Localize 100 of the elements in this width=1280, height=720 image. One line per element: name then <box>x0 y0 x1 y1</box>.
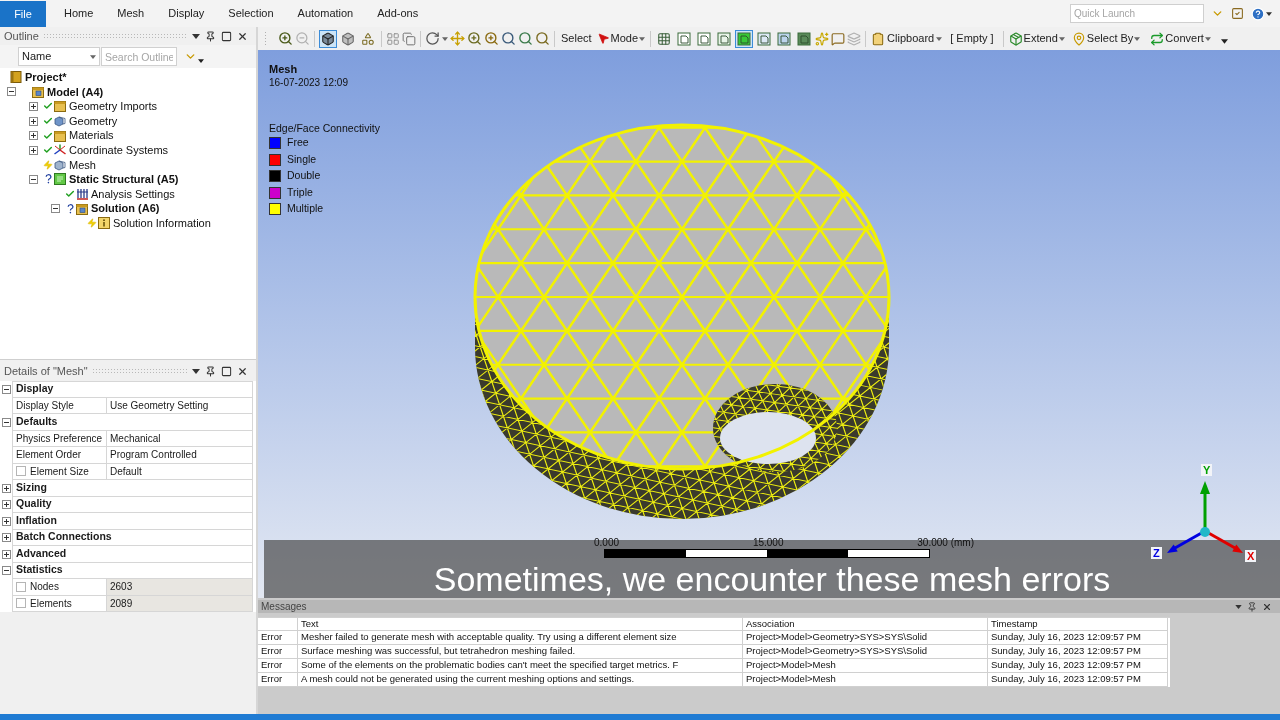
column-header[interactable]: Association <box>743 618 988 631</box>
tile-icon <box>54 173 66 186</box>
scale-label: 0.000 <box>594 537 620 549</box>
toolbar-toggle[interactable] <box>775 29 794 48</box>
clipboard-icon <box>871 31 886 46</box>
expand-icon[interactable] <box>1 533 11 543</box>
dropdown-caret-icon[interactable] <box>192 33 200 39</box>
clipboard-status: [ Empty ] <box>949 31 995 47</box>
expand-icon[interactable] <box>29 102 38 111</box>
overflow-caret-icon[interactable] <box>1220 39 1228 44</box>
collapse-icon[interactable] <box>1 417 11 427</box>
file-button[interactable]: File <box>0 1 46 27</box>
ribbon-tab[interactable]: Home <box>52 0 106 27</box>
toolbar-toggle[interactable] <box>735 29 754 48</box>
group-header[interactable]: Batch Connections <box>12 529 253 546</box>
legend-title: Edge/Face Connectivity <box>269 121 380 135</box>
extend-button[interactable]: Extend <box>1007 30 1066 47</box>
dropdown-caret-icon[interactable] <box>198 58 204 63</box>
mode-button[interactable]: Mode <box>595 30 647 47</box>
message-type: Error <box>258 631 298 645</box>
axes-icon <box>54 144 66 157</box>
collapse-icon[interactable] <box>29 174 38 184</box>
expand-icon[interactable] <box>1 500 11 510</box>
tree-item[interactable]: Coordinate Systems <box>69 142 169 159</box>
collapse-icon[interactable] <box>51 204 60 214</box>
pin-icon[interactable] <box>205 30 216 42</box>
checkbox-icon[interactable] <box>1231 7 1244 20</box>
collapse-icon[interactable] <box>7 87 16 97</box>
dropdown-caret-icon[interactable] <box>1235 604 1242 609</box>
zoom-in-icon[interactable] <box>278 31 293 46</box>
ribbon-tab[interactable]: Selection <box>216 0 286 27</box>
ribbon-tab[interactable]: Display <box>156 0 217 27</box>
column-header[interactable]: Timestamp <box>988 618 1168 631</box>
legend-label: Free <box>287 135 309 151</box>
zoom-in-icon[interactable] <box>467 31 482 46</box>
collapse-icon[interactable] <box>1 384 11 394</box>
viewport-date: 16-07-2023 12:09 <box>269 76 348 89</box>
close-icon[interactable] <box>237 365 248 377</box>
checkbox[interactable] <box>16 598 26 609</box>
expand-icon[interactable] <box>1 516 11 526</box>
expand-icon[interactable] <box>1 549 11 559</box>
checkbox[interactable] <box>16 466 26 477</box>
search-icon[interactable] <box>535 31 550 46</box>
tree-item[interactable]: Geometry <box>69 112 118 130</box>
group-header[interactable]: Inflation <box>12 513 253 530</box>
maximize-icon[interactable] <box>221 365 232 377</box>
tree-item[interactable]: Solution Information <box>113 215 211 232</box>
convert-button[interactable]: Convert <box>1146 30 1215 47</box>
speech-bubble-icon[interactable] <box>831 31 846 46</box>
search-icon[interactable] <box>518 31 533 46</box>
tree-item[interactable]: Project* <box>25 69 67 86</box>
ribbon-tab[interactable]: Add-ons <box>365 0 431 27</box>
group-header[interactable]: Sizing <box>12 480 253 497</box>
name-dropdown[interactable]: Name <box>18 47 100 66</box>
message-text: Mesher failed to generate mesh with acceptable quality. Try using a different element size <box>298 631 743 645</box>
page-icon <box>677 31 692 46</box>
quick-launch-field[interactable]: Quick Launch <box>1070 4 1204 23</box>
column-header[interactable]: Text <box>298 618 743 631</box>
pin-icon[interactable] <box>205 365 216 377</box>
tree-item[interactable]: Geometry Imports <box>69 98 158 115</box>
close-icon[interactable] <box>1262 601 1272 612</box>
tree-item[interactable]: Mesh <box>69 156 96 174</box>
collapse-icon[interactable] <box>1 566 11 576</box>
search-icon[interactable] <box>501 31 516 46</box>
dropdown-caret-icon[interactable] <box>192 368 200 374</box>
expand-icon[interactable] <box>29 116 38 126</box>
caret-icon <box>442 36 448 41</box>
ribbon-tab[interactable]: Mesh <box>105 0 157 27</box>
toolbar-toggle[interactable] <box>319 29 337 48</box>
tree-item[interactable]: Static Structural (A5) <box>69 171 179 188</box>
expand-icon[interactable] <box>29 145 38 155</box>
checkbox[interactable] <box>16 581 26 592</box>
maximize-icon[interactable] <box>221 30 232 42</box>
group-header[interactable]: Advanced <box>12 546 253 563</box>
expand-icon[interactable] <box>1 483 11 493</box>
toolbar-toggle[interactable] <box>715 29 734 48</box>
group-header[interactable]: Quality <box>12 496 253 513</box>
copy-icon[interactable] <box>402 31 416 46</box>
help-button[interactable] <box>1251 6 1272 21</box>
tree-item[interactable]: Solution (A6) <box>91 200 160 217</box>
tree-item[interactable]: Materials <box>69 127 114 144</box>
folder-icon <box>54 100 66 113</box>
group-header[interactable]: Display <box>12 381 253 398</box>
tree-item[interactable]: Analysis Settings <box>91 185 175 203</box>
property-value[interactable]: 2603 <box>107 579 252 595</box>
clipboard-button[interactable]: Clipboard <box>870 30 944 47</box>
toolbar-toggle[interactable] <box>795 29 814 48</box>
ribbon-tab[interactable]: Automation <box>285 0 366 27</box>
close-icon[interactable] <box>237 30 248 42</box>
rotate-icon[interactable] <box>425 31 440 46</box>
toolbar-toggle[interactable] <box>755 29 774 48</box>
select-button[interactable]: Select <box>559 30 594 47</box>
toolbar-toggle[interactable] <box>695 29 714 48</box>
tree-item[interactable]: Model (A4) <box>47 83 104 101</box>
convert-icon <box>1150 31 1165 46</box>
expand-icon[interactable] <box>29 131 38 141</box>
group-header[interactable]: Defaults <box>12 414 253 431</box>
toolbar-toggle[interactable] <box>675 29 694 48</box>
select-by-button[interactable]: Select By <box>1067 30 1145 47</box>
zoom-in-icon[interactable] <box>484 31 499 46</box>
